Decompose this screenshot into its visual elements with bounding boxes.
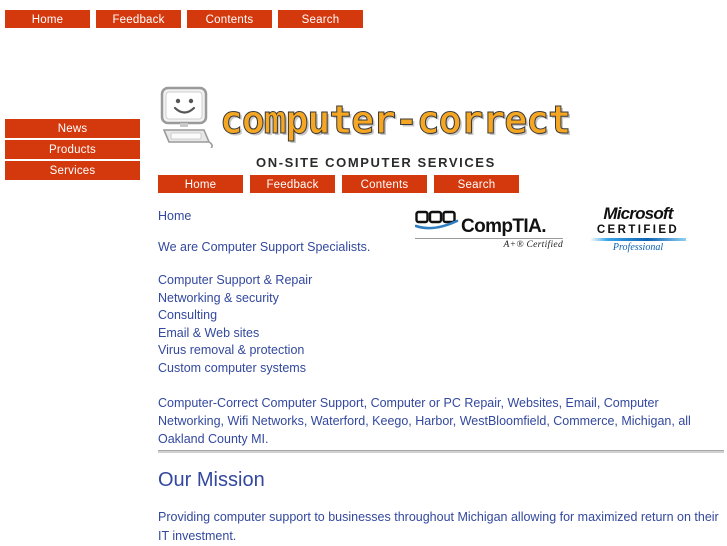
sub-nav-item-search[interactable]: Search	[434, 175, 519, 193]
secondary-navigation-bar: Home Feedback Contents Search	[158, 175, 519, 193]
breadcrumb: Home	[158, 209, 192, 223]
mission-body: Providing computer support to businesses…	[158, 510, 719, 543]
top-nav-item-contents[interactable]: Contents	[187, 10, 272, 28]
sub-nav-item-feedback[interactable]: Feedback	[250, 175, 335, 193]
logo-tagline: ON-SITE COMPUTER SERVICES	[256, 155, 496, 170]
list-item: Virus removal & protection	[158, 343, 305, 357]
list-item: Networking & security	[158, 290, 279, 305]
top-navigation-bar: Home Feedback Contents Search	[5, 10, 363, 28]
section-divider	[158, 450, 724, 453]
services-list: Computer Support & Repair Networking & s…	[158, 272, 720, 377]
top-nav-item-feedback[interactable]: Feedback	[96, 10, 181, 28]
site-logo: computer-correct ON-SITE COMPUTER SERVIC…	[158, 86, 572, 170]
top-nav-item-search[interactable]: Search	[278, 10, 363, 28]
keyword-paragraph: Computer-Correct Computer Support, Compu…	[158, 396, 691, 446]
top-nav-item-home[interactable]: Home	[5, 10, 90, 28]
list-item: Custom computer systems	[158, 360, 306, 375]
sidebar-item-news[interactable]: News	[5, 119, 140, 138]
sidebar-navigation: News Products Services	[5, 119, 140, 180]
intro-statement: We are Computer Support Specialists.	[158, 240, 371, 254]
list-item: Computer Support & Repair	[158, 273, 313, 287]
mission-section: Our Mission Providing computer support t…	[158, 468, 724, 546]
page-title: Our Mission	[158, 469, 265, 491]
sidebar-item-products[interactable]: Products	[5, 140, 140, 159]
main-content: Home We are Computer Support Specialists…	[158, 208, 720, 448]
list-item: Consulting	[158, 308, 218, 322]
sub-nav-item-contents[interactable]: Contents	[342, 175, 427, 193]
logo-row: computer-correct	[158, 86, 572, 153]
sub-nav-item-home[interactable]: Home	[158, 175, 243, 193]
smiley-computer-icon	[158, 86, 216, 153]
list-item: Email & Web sites	[158, 325, 260, 340]
logo-wordmark: computer-correct	[219, 97, 571, 142]
sidebar-item-services[interactable]: Services	[5, 161, 140, 180]
